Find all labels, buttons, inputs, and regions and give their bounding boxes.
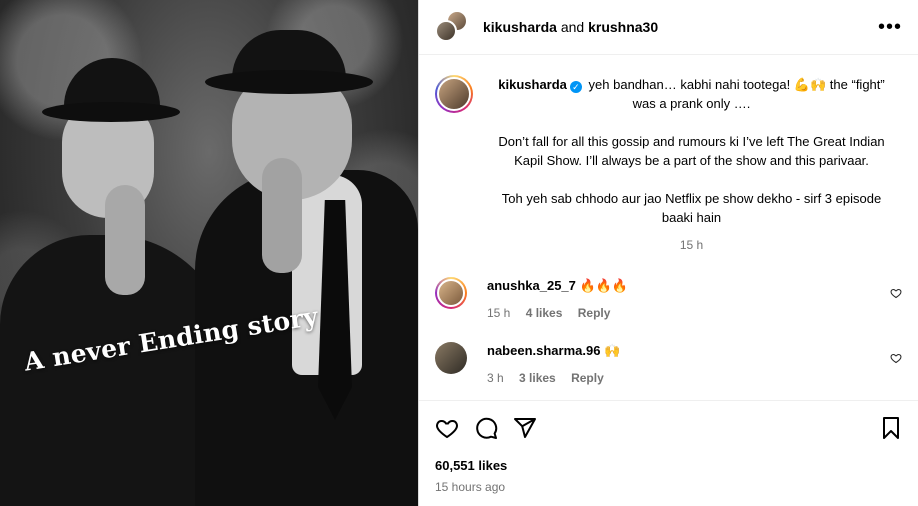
like-comment-heart-icon[interactable] xyxy=(890,287,902,299)
author-joiner: and xyxy=(560,19,585,35)
post-header: kikusharda and krushna30 ••• xyxy=(419,0,918,55)
like-heart-icon[interactable] xyxy=(435,416,459,440)
reply-button[interactable]: Reply xyxy=(571,371,604,385)
avatar xyxy=(435,20,457,42)
caption-paragraph: Don’t fall for all this gossip and rumou… xyxy=(498,134,885,168)
left-bowler-hat-brim xyxy=(42,102,180,122)
more-options-icon[interactable]: ••• xyxy=(878,17,902,37)
post-side-panel: kikusharda and krushna30 ••• kikusharda ✓… xyxy=(418,0,918,506)
avatar[interactable] xyxy=(435,277,467,309)
posted-time[interactable]: 15 hours ago xyxy=(435,480,903,494)
comment-text: 🔥🔥🔥 xyxy=(579,278,629,293)
comment-time[interactable]: 15 h xyxy=(487,306,510,320)
post-actions: 60,551 likes 15 hours ago xyxy=(419,400,918,494)
caption-username[interactable]: kikusharda xyxy=(498,77,567,92)
comment-likes[interactable]: 3 likes xyxy=(519,371,556,385)
caption-time[interactable]: 15 h xyxy=(491,236,892,255)
reply-button[interactable]: Reply xyxy=(578,306,611,320)
verified-badge-icon: ✓ xyxy=(569,81,582,93)
caption-paragraph: kikusharda ✓ yeh bandhan… kabhi nahi toot… xyxy=(491,75,892,113)
share-send-icon[interactable] xyxy=(513,416,537,440)
list-item: nabeen.sharma.96 🙌 3 h 3 likes Reply xyxy=(419,342,918,385)
caption-paragraph: Toh yeh sab chhodo aur jao Netflix pe sh… xyxy=(501,191,882,225)
comment-username[interactable]: anushka_25_7 xyxy=(487,278,576,293)
left-person-hand xyxy=(105,185,145,295)
comment-username[interactable]: nabeen.sharma.96 xyxy=(487,343,600,358)
like-comment-heart-icon[interactable] xyxy=(890,352,902,364)
comments-list: anushka_25_7 🔥🔥🔥 15 h 4 likes Reply nabe… xyxy=(419,277,918,385)
comment-likes[interactable]: 4 likes xyxy=(526,306,563,320)
avatar[interactable] xyxy=(435,75,473,113)
likes-count[interactable]: 60,551 likes xyxy=(435,458,903,473)
comment-time[interactable]: 3 h xyxy=(487,371,504,385)
comment-bubble-icon[interactable] xyxy=(474,416,498,440)
caption-body: kikusharda ✓ yeh bandhan… kabhi nahi toot… xyxy=(491,75,902,255)
right-person-hand xyxy=(262,158,302,273)
collab-avatars[interactable] xyxy=(435,10,469,44)
right-bowler-hat-brim xyxy=(205,70,373,94)
post-caption: kikusharda ✓ yeh bandhan… kabhi nahi toot… xyxy=(419,55,918,255)
caption-text: yeh bandhan… kabhi nahi tootega! 💪🙌 the … xyxy=(588,77,885,111)
list-item: anushka_25_7 🔥🔥🔥 15 h 4 likes Reply xyxy=(419,277,918,320)
instagram-post-view: A never Ending story kikusharda and krus… xyxy=(0,0,918,506)
post-photo[interactable]: A never Ending story xyxy=(0,0,418,506)
author-link[interactable]: kikusharda xyxy=(483,19,557,35)
action-icons xyxy=(435,415,903,441)
comment-text: 🙌 xyxy=(604,343,621,358)
avatar[interactable] xyxy=(435,342,467,374)
post-authors: kikusharda and krushna30 xyxy=(483,19,658,35)
author-link[interactable]: krushna30 xyxy=(588,19,658,35)
save-bookmark-icon[interactable] xyxy=(879,416,903,440)
